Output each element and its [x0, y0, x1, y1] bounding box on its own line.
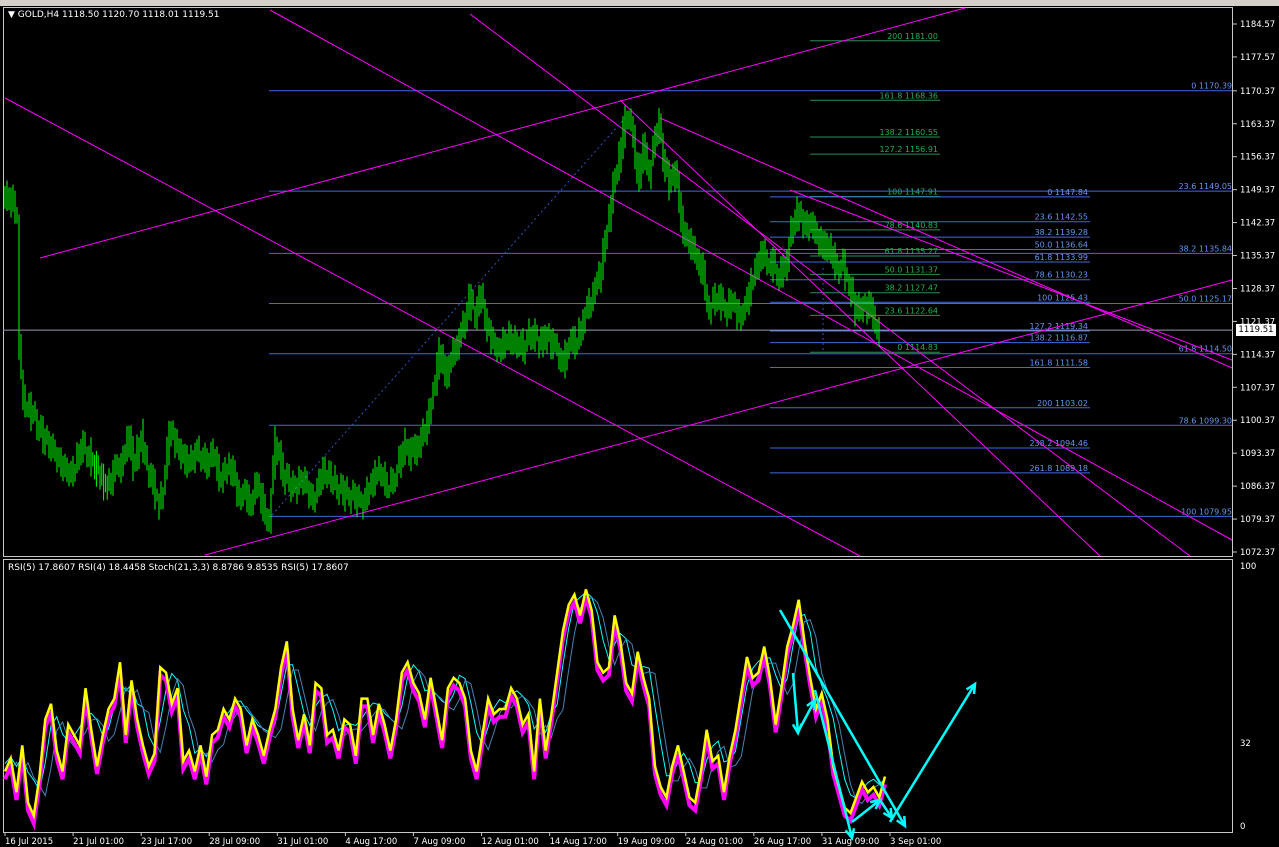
x-tick-label: 24 Aug 01:00: [686, 837, 743, 847]
toolbar-strip: [0, 0, 1279, 6]
x-tick-label: 26 Aug 17:00: [754, 837, 811, 847]
y-tick-label: 1184.57: [1240, 20, 1275, 30]
x-tick-label: 14 Aug 17:00: [550, 837, 607, 847]
indicator-header: RSI(5) 17.8607 RSI(4) 18.4458 Stoch(21,3…: [8, 563, 349, 573]
x-tick-label: 12 Aug 01:00: [482, 837, 539, 847]
x-tick-label: 31 Aug 09:00: [822, 837, 879, 847]
x-tick-label: 31 Jul 01:00: [277, 837, 328, 847]
y-tick-label: 1079.37: [1240, 515, 1275, 525]
y-tick-label: 1149.37: [1240, 186, 1275, 196]
x-tick-label: 16 Jul 2015: [5, 837, 53, 847]
y-tick-label: 1163.37: [1240, 120, 1275, 130]
price-chart-panel[interactable]: [3, 7, 1233, 557]
y-tick-label: 1107.37: [1240, 383, 1275, 393]
y-tick-label: 1156.37: [1240, 153, 1275, 163]
x-tick-label: 19 Aug 09:00: [618, 837, 675, 847]
y-tick-label: 1170.37: [1240, 87, 1275, 97]
y-tick-label: 1135.37: [1240, 252, 1275, 262]
x-tick-label: 7 Aug 09:00: [413, 837, 465, 847]
x-tick-label: 28 Jul 09:00: [209, 837, 260, 847]
indicator-y-tick-label: 0: [1240, 822, 1245, 832]
x-tick-label: 3 Sep 01:00: [890, 837, 941, 847]
y-tick-label: 1114.37: [1240, 350, 1275, 360]
y-tick-label: 1128.37: [1240, 284, 1275, 294]
indicator-panel[interactable]: [3, 559, 1233, 833]
x-tick-label: 4 Aug 17:00: [345, 837, 397, 847]
current-price-tag: 1119.51: [1236, 324, 1276, 336]
y-tick-label: 1142.37: [1240, 219, 1275, 229]
indicator-y-tick-label: 32: [1240, 739, 1251, 749]
x-tick-label: 21 Jul 01:00: [73, 837, 124, 847]
y-tick-label: 1100.37: [1240, 416, 1275, 426]
y-tick-label: 1086.37: [1240, 482, 1275, 492]
y-tick-label: 1072.37: [1240, 548, 1275, 558]
y-tick-label: 1177.57: [1240, 53, 1275, 63]
x-tick-label: 23 Jul 17:00: [141, 837, 192, 847]
indicator-y-tick-label: 100: [1240, 562, 1256, 572]
y-tick-label: 1093.37: [1240, 449, 1275, 459]
